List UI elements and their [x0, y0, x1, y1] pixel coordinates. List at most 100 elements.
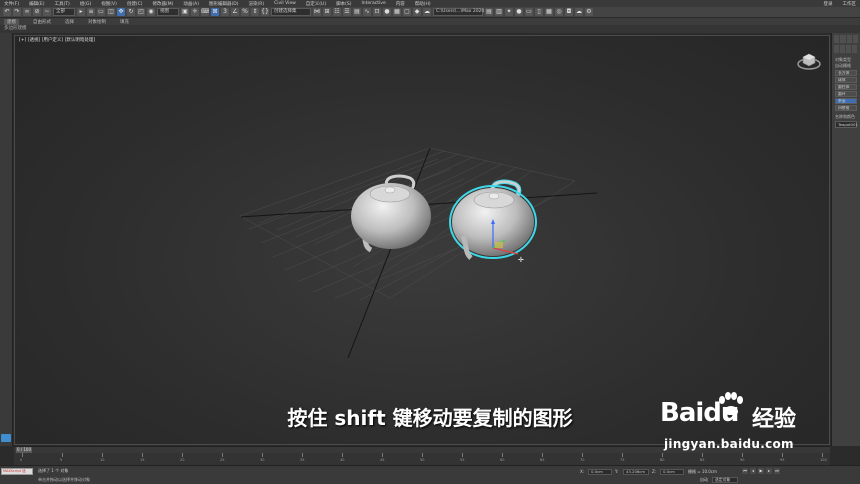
object-name-field[interactable]: Teapot001	[835, 121, 858, 128]
box-button[interactable]: 长方体	[835, 70, 857, 76]
undo-icon[interactable]: ↶	[3, 8, 11, 16]
material-editor-icon[interactable]: ●	[383, 8, 391, 16]
project-folder-dropdown[interactable]: C:\Users\...\Max 2020	[433, 8, 484, 16]
select-rotate-icon[interactable]: ↻	[127, 8, 135, 16]
go-to-end-icon[interactable]: ⏭	[774, 468, 780, 474]
x-coordinate[interactable]: 0.0cm	[588, 469, 612, 475]
cameras-icon[interactable]	[852, 45, 857, 53]
menu-edit[interactable]: 编辑(E)	[29, 1, 44, 7]
manipulate-icon[interactable]: ✛	[191, 8, 199, 16]
ring-icon[interactable]: ◎	[555, 8, 563, 16]
reference-coord-dropdown[interactable]: 视图	[157, 8, 179, 16]
angle-snap-icon[interactable]: 3	[221, 8, 229, 16]
menu-animation[interactable]: 动画(A)	[183, 1, 199, 7]
menu-graph-editors[interactable]: 图形编辑器(D)	[209, 1, 238, 7]
render-setup-icon[interactable]: ▦	[393, 8, 401, 16]
auto-grid-checkbox[interactable]: 自动栅格	[832, 63, 860, 69]
link-icon[interactable]: ∞	[23, 8, 31, 16]
percent-snap-icon[interactable]: %	[241, 8, 249, 16]
toggle-ribbon-icon[interactable]: ▤	[353, 8, 361, 16]
camera-icon[interactable]: ◘	[565, 8, 573, 16]
light-icon[interactable]: ✦	[505, 8, 513, 16]
name-color-rollout[interactable]: 名称和颜色	[832, 114, 860, 120]
align-icon[interactable]: ⊞	[323, 8, 331, 16]
cloud-icon[interactable]: ☁	[575, 8, 583, 16]
render-cloud-icon[interactable]: ☁	[423, 8, 431, 16]
keyboard-shortcut-icon[interactable]: ⌨	[201, 8, 209, 16]
selected-set-dropdown[interactable]: 选定对象	[712, 477, 738, 483]
mirror-icon[interactable]: ⋈	[313, 8, 321, 16]
menu-scripting[interactable]: 脚本(S)	[336, 1, 351, 7]
tab-populate[interactable]: 填充	[120, 19, 129, 25]
pyramid-button[interactable]: 四棱锥	[835, 105, 857, 111]
menu-tools[interactable]: 工具(T)	[54, 1, 69, 7]
select-by-name-icon[interactable]: ≡	[87, 8, 95, 16]
snap-toggle-icon[interactable]: ⊠	[211, 8, 219, 16]
z-coordinate[interactable]: 0.0cm	[660, 469, 684, 475]
sign-in-button[interactable]: 登录	[824, 1, 833, 7]
named-selection-set-input[interactable]: 创建选择集	[271, 8, 311, 16]
selection-filter-dropdown[interactable]: 全部	[53, 8, 75, 16]
lights-icon[interactable]	[846, 45, 851, 53]
cylinder-button[interactable]: 圆柱体	[835, 84, 857, 90]
bulb-icon[interactable]: ●	[515, 8, 523, 16]
auto-key-button[interactable]: 自动	[700, 477, 708, 483]
tab-freeform[interactable]: 自由形式	[33, 19, 51, 25]
spinner-snap-icon[interactable]: ⇕	[251, 8, 259, 16]
modify-tab-icon[interactable]	[840, 35, 846, 43]
viewcube-icon[interactable]	[797, 48, 821, 72]
geometry-icon[interactable]	[834, 45, 839, 53]
schematic-view-icon[interactable]: ⊡	[373, 8, 381, 16]
toggle-scene-explorer-icon[interactable]: ☷	[333, 8, 341, 16]
viewport-layout-icon[interactable]	[1, 434, 11, 442]
auto-save-icon[interactable]: ▥	[495, 8, 503, 16]
menu-create[interactable]: 创建(C)	[127, 1, 143, 7]
play-icon[interactable]: ▶	[758, 468, 764, 474]
select-place-icon[interactable]: ◉	[147, 8, 155, 16]
menu-modifiers[interactable]: 修改器(M)	[152, 1, 173, 7]
tab-object-paint[interactable]: 对象绘制	[88, 19, 106, 25]
open-project-icon[interactable]: ▤	[485, 8, 493, 16]
hierarchy-tab-icon[interactable]	[846, 35, 852, 43]
rendered-frame-icon[interactable]: ▢	[403, 8, 411, 16]
unlink-icon[interactable]: ⊘	[33, 8, 41, 16]
perspective-viewport[interactable]: [+] [透视] [用户定义] [默认明暗处理] ✛	[14, 35, 830, 445]
edit-named-selection-icon[interactable]: {}	[261, 8, 269, 16]
y-coordinate[interactable]: 43.206cm	[623, 469, 649, 475]
sphere-button[interactable]: 球体	[835, 77, 857, 83]
select-scale-icon[interactable]: ◰	[137, 8, 145, 16]
settings-icon[interactable]: ⚙	[585, 8, 593, 16]
menu-group[interactable]: 组(G)	[80, 1, 92, 7]
next-frame-icon[interactable]: ▸	[766, 468, 772, 474]
toggle-layer-explorer-icon[interactable]: ☰	[343, 8, 351, 16]
angle-snap-toggle-icon[interactable]: ∠	[231, 8, 239, 16]
go-to-start-icon[interactable]: ⏮	[742, 468, 748, 474]
bind-space-warp-icon[interactable]: ~	[43, 8, 51, 16]
torus-button[interactable]: 圆环	[835, 91, 857, 97]
motion-tab-icon[interactable]	[852, 35, 858, 43]
menu-rendering[interactable]: 渲染(R)	[248, 1, 264, 7]
select-move-icon[interactable]: ✥	[117, 8, 125, 16]
shapes-icon[interactable]	[840, 45, 845, 53]
tab-selection[interactable]: 选择	[65, 19, 74, 25]
render-production-icon[interactable]: ◆	[413, 8, 421, 16]
workspace-label[interactable]: 工作区	[843, 1, 857, 7]
menu-civil-view[interactable]: Civil View	[274, 1, 296, 6]
maxscript-listener[interactable]: MAXScript 迷	[1, 468, 33, 475]
create-tab-icon[interactable]	[834, 35, 840, 43]
doc-icon[interactable]: ▯	[535, 8, 543, 16]
select-object-icon[interactable]: ▸	[77, 8, 85, 16]
redo-icon[interactable]: ↷	[13, 8, 21, 16]
menu-interactive[interactable]: Interactive	[361, 1, 385, 6]
window-crossing-icon[interactable]: ◫	[107, 8, 115, 16]
menu-content[interactable]: 内容	[396, 1, 405, 7]
menu-customize[interactable]: 自定义(U)	[306, 1, 326, 7]
panel-icon[interactable]: ▭	[525, 8, 533, 16]
grid-icon[interactable]: ▦	[545, 8, 553, 16]
menu-views[interactable]: 视图(V)	[101, 1, 117, 7]
pivot-center-icon[interactable]: ▣	[181, 8, 189, 16]
prev-frame-icon[interactable]: ◂	[750, 468, 756, 474]
rect-selection-icon[interactable]: ▭	[97, 8, 105, 16]
tab-modeling[interactable]: 建模	[4, 18, 19, 25]
teapot-button[interactable]: 茶壶	[835, 98, 857, 104]
